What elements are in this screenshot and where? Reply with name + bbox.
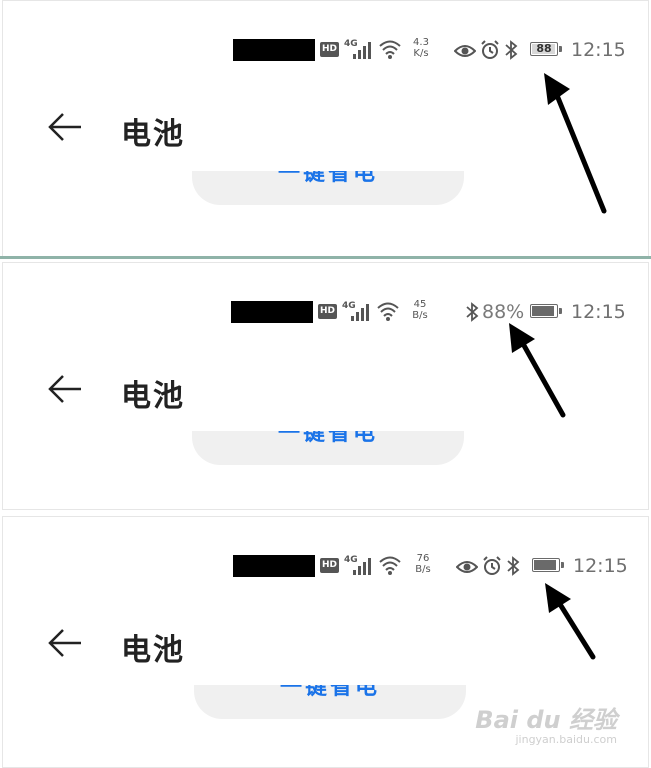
baidu-watermark: Bai du 经验 jingyan.baidu.com: [475, 700, 617, 746]
wifi-icon: [379, 40, 401, 59]
power-saving-button[interactable]: 一键省电: [192, 431, 464, 465]
battery-icon: [530, 304, 562, 318]
speed-value: 76: [416, 553, 430, 564]
speed-value: 45: [413, 299, 427, 310]
panel-divider: [0, 256, 651, 259]
power-saving-label: 一键省电: [279, 685, 380, 700]
speed-unit: B/s: [412, 310, 428, 321]
power-saving-label: 一键省电: [277, 431, 378, 446]
back-arrow-icon[interactable]: [47, 373, 83, 405]
speed-unit: K/s: [413, 48, 429, 59]
annotation-arrow: [509, 323, 566, 418]
battery-icon: [532, 558, 564, 572]
screenshot-panel-2: HD 4G 45 B/s 88% 12:15 电池 一键省电: [2, 262, 649, 510]
speed-unit: B/s: [415, 564, 431, 575]
screenshot-panel-1: HD 4G 4.3 K/s 88 12:15 电池 一键省电: [2, 0, 649, 258]
signal-icon: [351, 303, 371, 321]
alarm-icon: [481, 40, 499, 59]
status-time: 12:15: [571, 301, 626, 323]
signal-icon: [353, 41, 373, 59]
power-saving-label: 一键省电: [277, 171, 378, 186]
battery-level-text: 88: [536, 42, 552, 55]
page-title: 电池: [121, 117, 185, 152]
status-time: 12:15: [571, 39, 626, 61]
network-speed: 76 B/s: [411, 553, 435, 575]
speed-value: 4.3: [413, 37, 429, 48]
watermark-url: jingyan.baidu.com: [515, 733, 617, 746]
status-bar: HD 4G 4.3 K/s 88 12:15: [3, 29, 648, 61]
back-arrow-icon[interactable]: [47, 111, 83, 143]
hd-badge: HD: [320, 42, 339, 57]
hd-badge: HD: [320, 558, 339, 573]
back-arrow-icon[interactable]: [47, 627, 83, 659]
power-saving-button[interactable]: 一键省电: [192, 171, 464, 205]
redacted-block: [231, 301, 313, 323]
redacted-block: [233, 555, 315, 577]
eye-icon: [454, 45, 476, 57]
alarm-icon: [483, 556, 501, 575]
watermark-brand: Bai du 经验: [475, 706, 617, 734]
eye-icon: [456, 561, 478, 573]
status-time: 12:15: [573, 555, 628, 577]
page-title: 电池: [121, 633, 185, 668]
bluetooth-icon: [505, 40, 518, 60]
bluetooth-icon: [507, 556, 520, 576]
wifi-icon: [377, 302, 399, 321]
status-bar: HD 4G 76 B/s 12:15: [3, 545, 648, 577]
status-bar: HD 4G 45 B/s 88% 12:15: [3, 291, 648, 323]
redacted-block: [233, 39, 315, 61]
signal-icon: [353, 557, 373, 575]
annotation-arrow: [545, 583, 596, 660]
hd-badge: HD: [318, 304, 337, 319]
network-speed: 45 B/s: [408, 299, 432, 321]
wifi-icon: [379, 556, 401, 575]
network-speed: 4.3 K/s: [409, 37, 433, 59]
battery-icon: 88: [530, 42, 562, 56]
annotation-arrow: [544, 73, 607, 214]
page-title: 电池: [121, 379, 185, 414]
power-saving-button[interactable]: 一键省电: [194, 685, 466, 719]
bluetooth-icon: [466, 302, 479, 322]
